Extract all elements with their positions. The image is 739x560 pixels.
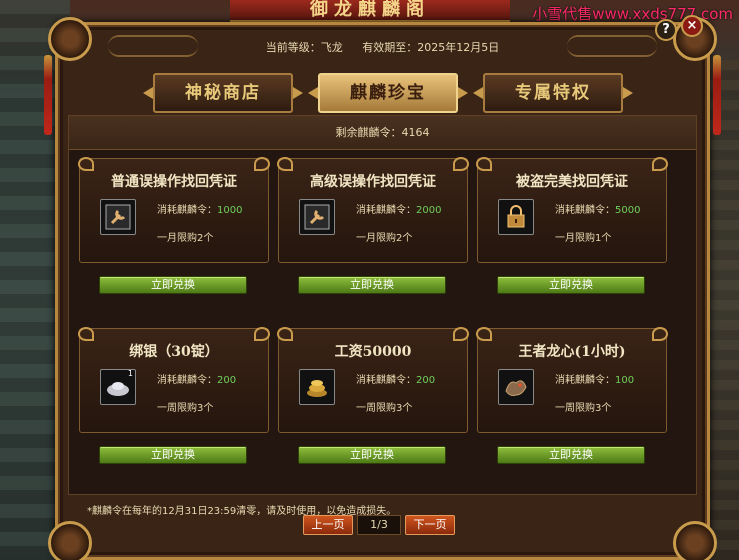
cost-line: 消耗麒麟令：5000 [555,205,641,216]
card-ornament [277,157,293,171]
exchange-button[interactable]: 立即兑换 [298,276,446,294]
card-ornament [277,327,293,341]
tab-exclusive-privilege[interactable]: 专属特权 [483,73,623,113]
shop-item: 普通误操作找回凭证 消耗麒麟令：1000 一月限购2个 立即兑换 [78,157,270,328]
cost-value: 2000 [416,205,442,216]
cost-line: 消耗麒麟令：100 [555,375,635,386]
header-info: 当前等级：飞龙 有效期至：2025年12月5日 [58,39,707,55]
gold-coins-icon[interactable] [299,369,335,405]
expiry-date: 有效期至：2025年12月5日 [362,41,500,54]
exchange-button[interactable]: 立即兑换 [99,446,247,464]
card-ornament [254,157,270,171]
prev-page-button[interactable]: 上一页 [303,515,353,535]
tab-mystery-shop[interactable]: 神秘商店 [153,73,293,113]
card-ornament [453,327,469,341]
window-title: 御龙麒麟阁 [230,0,510,22]
item-title: 被盗完美找回凭证 [516,174,628,190]
wrench-icon[interactable] [299,199,335,235]
tab-qilin-treasure[interactable]: 麒麟珍宝 [318,73,458,113]
item-card: 普通误操作找回凭证 消耗麒麟令：1000 一月限购2个 [78,157,270,263]
card-ornament [78,327,94,341]
corner-ornament [48,521,92,560]
cost-value: 200 [416,375,436,386]
page-indicator: 1/3 [357,515,401,535]
pagination: 上一页 1/3 下一页 [303,515,455,535]
item-title: 工资50000 [334,344,412,360]
shop-item: 王者龙心(1小时) 消耗麒麟令：100 一周限购3个 立即兑换 [476,327,668,498]
cost-value: 5000 [615,205,641,216]
item-card: 绑银（30锭） 1 消耗麒麟令：200 一周限购3个 [78,327,270,433]
shop-item: 高级误操作找回凭证 消耗麒麟令：2000 一月限购2个 立即兑换 [277,157,469,328]
cost-value: 100 [615,375,635,386]
card-ornament [78,157,94,171]
tassel-right [713,55,721,135]
silver-ingot-icon[interactable]: 1 [100,369,136,405]
exchange-button[interactable]: 立即兑换 [298,446,446,464]
tab-bar: 神秘商店 麒麟珍宝 专属特权 [153,73,623,113]
purchase-limit: 一周限购3个 [356,403,413,414]
card-ornament [476,327,492,341]
item-title: 普通误操作找回凭证 [111,174,237,190]
cost-line: 消耗麒麟令：2000 [356,205,442,216]
purchase-limit: 一月限购2个 [157,233,214,244]
card-ornament [476,157,492,171]
item-card: 王者龙心(1小时) 消耗麒麟令：100 一周限购3个 [476,327,668,433]
cost-line: 消耗麒麟令：200 [356,375,436,386]
wrench-icon[interactable] [100,199,136,235]
corner-ornament [673,521,717,560]
item-title: 王者龙心(1小时) [518,344,626,360]
item-card: 被盗完美找回凭证 消耗麒麟令：5000 一月限购1个 [476,157,668,263]
shop-item: 绑银（30锭） 1 消耗麒麟令：200 一周限购3个 立即兑换 [78,327,270,498]
current-level: 当前等级：飞龙 [265,41,343,54]
card-ornament [652,327,668,341]
item-grid: 普通误操作找回凭证 消耗麒麟令：1000 一月限购2个 立即兑换 高级误操作找回… [78,157,689,498]
shop-window: 当前等级：飞龙 有效期至：2025年12月5日 ? × 神秘商店 麒麟珍宝 专属… [44,15,721,560]
cost-value: 200 [217,375,237,386]
item-card: 高级误操作找回凭证 消耗麒麟令：2000 一月限购2个 [277,157,469,263]
card-ornament [254,327,270,341]
exchange-button[interactable]: 立即兑换 [99,276,247,294]
tassel-left [44,55,52,135]
exchange-button[interactable]: 立即兑换 [497,276,645,294]
purchase-limit: 一月限购2个 [356,233,413,244]
dragon-heart-icon[interactable] [498,369,534,405]
exchange-button[interactable]: 立即兑换 [497,446,645,464]
cost-value: 1000 [217,205,243,216]
content-panel: 剩余麒麟令：4164 普通误操作找回凭证 消耗麒麟令：1000 一月限购2个 立… [68,115,697,517]
cost-line: 消耗麒麟令：1000 [157,205,243,216]
close-button[interactable]: × [681,15,703,37]
cost-line: 消耗麒麟令：200 [157,375,237,386]
purchase-limit: 一周限购3个 [555,403,612,414]
item-title: 绑银（30锭） [129,344,219,360]
item-count: 1 [127,369,133,378]
item-title: 高级误操作找回凭证 [310,174,436,190]
next-page-button[interactable]: 下一页 [405,515,455,535]
card-ornament [652,157,668,171]
help-button[interactable]: ? [655,19,677,41]
remaining-tokens: 剩余麒麟令：4164 [69,116,696,150]
shop-item: 被盗完美找回凭证 消耗麒麟令：5000 一月限购1个 立即兑换 [476,157,668,328]
item-card: 工资50000 消耗麒麟令：200 一周限购3个 [277,327,469,433]
card-ornament [453,157,469,171]
lock-icon[interactable] [498,199,534,235]
purchase-limit: 一周限购3个 [157,403,214,414]
purchase-limit: 一月限购1个 [555,233,612,244]
shop-item: 工资50000 消耗麒麟令：200 一周限购3个 立即兑换 [277,327,469,498]
